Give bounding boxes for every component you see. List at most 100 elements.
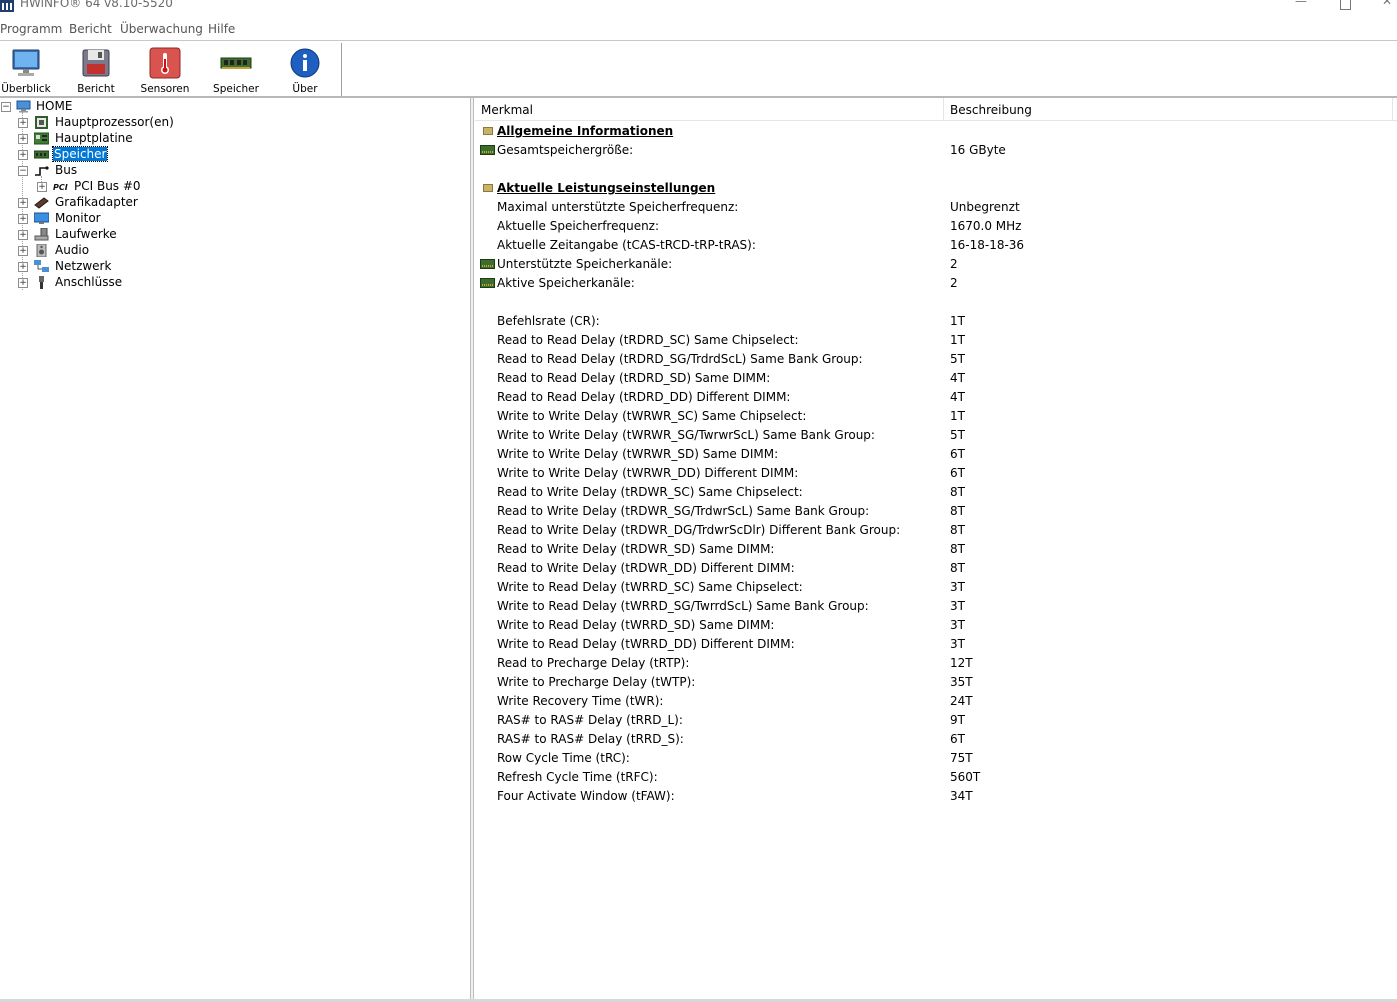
section-header-row[interactable]: Allgemeine Informationen (475, 122, 1397, 141)
menu-bericht[interactable]: Bericht (69, 22, 112, 36)
feature-value: 75T (950, 751, 973, 765)
expand-icon[interactable]: + (18, 278, 28, 288)
usb-plug-icon (39, 276, 44, 289)
list-row[interactable]: Read to Write Delay (tRDWR_SD) Same DIMM… (475, 540, 1397, 559)
list-row[interactable]: Read to Write Delay (tRDWR_SC) Same Chip… (475, 483, 1397, 502)
feature-value: 6T (950, 447, 965, 461)
tree-item-cpu[interactable]: + Hauptprozessor(en) (0, 115, 240, 131)
list-row[interactable]: Gesamtspeichergröße: 16 GByte (475, 141, 1397, 160)
column-header-description[interactable]: Beschreibung (950, 103, 1032, 117)
expand-icon[interactable]: + (18, 214, 28, 224)
expand-icon[interactable]: + (18, 230, 28, 240)
column-divider[interactable] (1392, 98, 1393, 120)
tree-item-memory[interactable]: + Speicher (0, 146, 240, 163)
list-row[interactable]: Read to Read Delay (tRDRD_SG/TrdrdScL) S… (475, 350, 1397, 369)
list-row[interactable]: Maximal unterstützte Speicherfrequenz: Un… (475, 198, 1397, 217)
column-header-feature[interactable]: Merkmal (481, 103, 533, 117)
feature-label: RAS# to RAS# Delay (tRRD_S): (497, 732, 684, 746)
collapse-icon[interactable]: − (1, 102, 11, 112)
expand-icon[interactable]: + (18, 150, 28, 160)
list-row[interactable]: Write to Write Delay (tWRWR_DD) Differen… (475, 464, 1397, 483)
list-row[interactable]: Write to Read Delay (tWRRD_SD) Same DIMM… (475, 616, 1397, 635)
list-row[interactable]: Read to Read Delay (tRDRD_SD) Same DIMM:… (475, 369, 1397, 388)
list-row[interactable]: Four Activate Window (tFAW): 34T (475, 787, 1397, 806)
expand-icon[interactable]: + (18, 118, 28, 128)
tree-label-memory: Speicher (51, 146, 109, 162)
list-row[interactable]: Aktuelle Speicherfrequenz: 1670.0 MHz (475, 217, 1397, 236)
feature-label: Read to Read Delay (tRDRD_SG/TrdrdScL) S… (497, 352, 863, 366)
list-row[interactable]: Read to Read Delay (tRDRD_DD) Different … (475, 388, 1397, 407)
feature-value: 8T (950, 523, 965, 537)
list-row[interactable]: RAS# to RAS# Delay (tRRD_S): 6T (475, 730, 1397, 749)
cpu-icon (35, 116, 48, 129)
expand-icon[interactable]: + (18, 246, 28, 256)
tree-item-bus[interactable]: − Bus (0, 163, 240, 179)
details-list[interactable]: Merkmal Beschreibung Allgemeine Informat… (475, 98, 1397, 1000)
toolbar-memory-button[interactable]: Speicher (206, 45, 266, 95)
menu-ueberwachung[interactable]: Überwachung (120, 22, 203, 36)
maximize-button[interactable] (1330, 0, 1360, 12)
toolbar-report-button[interactable]: Bericht (66, 45, 126, 95)
list-row[interactable]: Write to Precharge Delay (tWTP): 35T (475, 673, 1397, 692)
tree-item-audio[interactable]: + Audio (0, 243, 240, 259)
expand-icon[interactable]: + (18, 198, 28, 208)
window-title: HWiNFO® 64 v8.10-5520 (20, 0, 173, 10)
tree-item-home[interactable]: − HOME (0, 99, 200, 115)
list-row[interactable]: Write to Read Delay (tWRRD_SG/TwrrdScL) … (475, 597, 1397, 616)
toolbar-about-button[interactable]: Über (275, 45, 335, 95)
feature-value: 1670.0 MHz (950, 219, 1022, 233)
toolbar-overview-button[interactable]: Überblick (0, 45, 56, 95)
menu-hilfe[interactable]: Hilfe (208, 22, 235, 36)
expand-icon[interactable]: + (18, 134, 28, 144)
list-row[interactable]: Read to Write Delay (tRDWR_DD) Different… (475, 559, 1397, 578)
list-row[interactable]: Write to Read Delay (tWRRD_SC) Same Chip… (475, 578, 1397, 597)
tree-item-motherboard[interactable]: + Hauptplatine (0, 131, 240, 147)
feature-value: 34T (950, 789, 973, 803)
tree-label-cpu: Hauptprozessor(en) (55, 115, 174, 129)
list-row[interactable]: Write to Write Delay (tWRWR_SC) Same Chi… (475, 407, 1397, 426)
list-row[interactable]: Read to Write Delay (tRDWR_DG/TrdwrScDlr… (475, 521, 1397, 540)
list-row[interactable]: Read to Read Delay (tRDRD_SC) Same Chips… (475, 331, 1397, 350)
feature-value: 16 GByte (950, 143, 1006, 157)
tree-item-network[interactable]: + Netzwerk (0, 259, 240, 275)
list-row[interactable]: Write to Write Delay (tWRWR_SD) Same DIM… (475, 445, 1397, 464)
monitor-icon (34, 212, 49, 224)
expand-icon[interactable]: + (37, 182, 47, 192)
list-row[interactable]: Aktive Speicherkanäle: 2 (475, 274, 1397, 293)
feature-label: Read to Write Delay (tRDWR_DG/TrdwrScDlr… (497, 523, 901, 537)
minimize-button[interactable]: — (1286, 0, 1316, 12)
list-row[interactable]: Befehlsrate (CR): 1T (475, 312, 1397, 331)
close-button[interactable]: ✕ (1372, 0, 1397, 12)
section-header-row[interactable]: Aktuelle Leistungseinstellungen (475, 179, 1397, 198)
list-row[interactable]: Row Cycle Time (tRC): 75T (475, 749, 1397, 768)
collapse-icon[interactable]: − (18, 166, 28, 176)
minimize-icon: — (1295, 0, 1307, 8)
expand-icon[interactable]: + (18, 262, 28, 272)
toolbar-sensors-button[interactable]: Sensoren (135, 45, 195, 95)
tree-item-drives[interactable]: + Laufwerke (0, 227, 240, 243)
list-row[interactable]: Read to Precharge Delay (tRTP): 12T (475, 654, 1397, 673)
tree-item-ports[interactable]: + Anschlüsse (0, 275, 240, 291)
menu-programm[interactable]: Programm (0, 22, 62, 36)
tree-item-pci-bus[interactable]: + PCI PCI Bus #0 (0, 179, 240, 195)
column-divider[interactable] (943, 98, 944, 120)
feature-value: 1T (950, 409, 965, 423)
tree-item-monitor[interactable]: + Monitor (0, 211, 240, 227)
section-folder-icon (483, 127, 493, 135)
list-row[interactable]: Read to Write Delay (tRDWR_SG/TrdwrScL) … (475, 502, 1397, 521)
device-tree[interactable]: − HOME + Hauptprozessor(en) + Hauptplati… (0, 98, 470, 1000)
feature-label: Write to Write Delay (tWRWR_SC) Same Chi… (497, 409, 807, 423)
list-row[interactable]: Write to Read Delay (tWRRD_DD) Different… (475, 635, 1397, 654)
pci-icon: PCI (53, 183, 68, 192)
list-row[interactable]: Write to Write Delay (tWRWR_SG/TwrwrScL)… (475, 426, 1397, 445)
tree-label-audio: Audio (55, 243, 90, 257)
list-row[interactable]: Write Recovery Time (tWR): 24T (475, 692, 1397, 711)
list-row[interactable]: RAS# to RAS# Delay (tRRD_L): 9T (475, 711, 1397, 730)
computer-icon (16, 100, 31, 113)
list-row[interactable]: Aktuelle Zeitangabe (tCAS-tRCD-tRP-tRAS)… (475, 236, 1397, 255)
list-row[interactable]: Unterstützte Speicherkanäle: 2 (475, 255, 1397, 274)
panel-splitter[interactable] (470, 98, 474, 1000)
tree-item-graphics[interactable]: + Grafikadapter (0, 195, 240, 211)
list-row[interactable]: Refresh Cycle Time (tRFC): 560T (475, 768, 1397, 787)
feature-label: Write to Write Delay (tWRWR_SG/TwrwrScL)… (497, 428, 875, 442)
